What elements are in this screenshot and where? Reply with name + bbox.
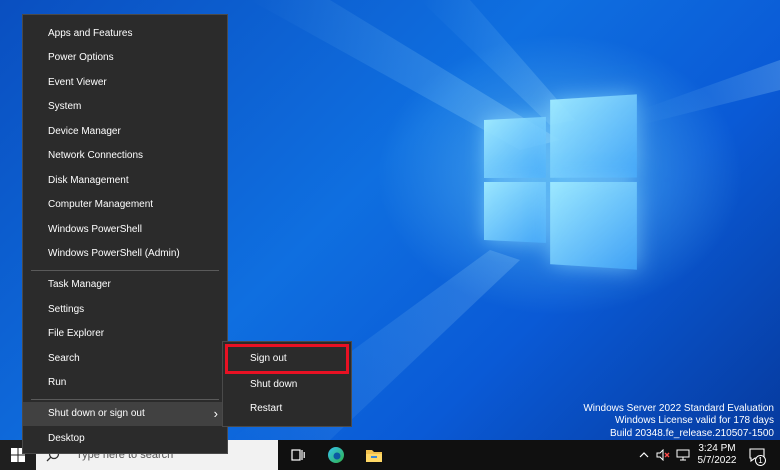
menu-item-label: Task Manager — [48, 279, 111, 290]
menu-item-run[interactable]: Run — [23, 371, 227, 395]
menu-item-settings[interactable]: Settings — [23, 298, 227, 322]
clock-date: 5/7/2022 — [697, 455, 737, 466]
menu-item-label: Event Viewer — [48, 77, 107, 88]
menu-item-label: Power Options — [48, 52, 114, 63]
menu-item-search[interactable]: Search — [23, 347, 227, 371]
menu-item-label: Desktop — [48, 433, 85, 444]
speaker-muted-icon — [656, 449, 670, 461]
menu-item-desktop[interactable]: Desktop — [23, 427, 227, 451]
submenu-item-label: Restart — [250, 403, 283, 414]
edge-button[interactable] — [322, 440, 350, 470]
menu-item-task-manager[interactable]: Task Manager — [23, 273, 227, 297]
menu-item-device-manager[interactable]: Device Manager — [23, 120, 227, 144]
menu-item-label: System — [48, 101, 82, 112]
menu-item-label: Disk Management — [48, 175, 129, 186]
menu-item-label: File Explorer — [48, 328, 105, 339]
shutdown-submenu: Sign out Shut down Restart — [222, 341, 352, 427]
task-view-button[interactable] — [284, 440, 312, 470]
chevron-up-icon — [639, 452, 649, 458]
windows-logo — [484, 94, 637, 270]
watermark-license: Windows License valid for 178 days — [615, 415, 774, 426]
task-view-icon — [291, 449, 305, 461]
chevron-right-icon: › — [213, 406, 218, 421]
menu-item-power-options[interactable]: Power Options — [23, 46, 227, 70]
menu-item-windows-powershell[interactable]: Windows PowerShell — [23, 218, 227, 242]
menu-item-label: Apps and Features — [48, 28, 133, 39]
license-watermark: Windows Server 2022 Standard Evaluation … — [583, 403, 774, 441]
menu-item-computer-management[interactable]: Computer Management — [23, 193, 227, 217]
winx-context-menu: Apps and Features Power Options Event Vi… — [22, 14, 228, 454]
menu-item-label: Device Manager — [48, 126, 121, 137]
menu-item-label: Windows PowerShell — [48, 224, 142, 235]
sign-out-highlight-box — [225, 344, 349, 374]
submenu-item-restart[interactable]: Restart — [223, 397, 351, 421]
network-icon — [676, 449, 690, 461]
menu-separator — [31, 270, 219, 271]
menu-separator — [31, 399, 219, 400]
menu-item-label: Computer Management — [48, 199, 154, 210]
menu-item-event-viewer[interactable]: Event Viewer — [23, 71, 227, 95]
submenu-item-label: Shut down — [250, 379, 298, 390]
watermark-edition: Windows Server 2022 Standard Evaluation — [583, 402, 774, 414]
menu-item-label: Search — [48, 353, 80, 364]
menu-item-shut-down-or-sign-out[interactable]: Shut down or sign out › — [23, 402, 227, 426]
clock[interactable]: 3:24 PM 5/7/2022 — [694, 440, 740, 470]
menu-item-system[interactable]: System — [23, 95, 227, 119]
file-explorer-icon — [366, 449, 382, 462]
menu-item-label: Settings — [48, 304, 85, 315]
menu-item-apps-and-features[interactable]: Apps and Features — [23, 22, 227, 46]
submenu-item-shut-down[interactable]: Shut down — [223, 373, 351, 397]
watermark-build: Build 20348.fe_release.210507-1500 — [609, 427, 774, 439]
menu-item-label: Windows PowerShell (Admin) — [48, 248, 180, 259]
network-button[interactable] — [674, 440, 692, 470]
menu-item-disk-management[interactable]: Disk Management — [23, 169, 227, 193]
menu-item-label: Shut down or sign out — [48, 408, 145, 419]
menu-item-network-connections[interactable]: Network Connections — [23, 144, 227, 168]
show-hidden-icons[interactable] — [636, 440, 652, 470]
file-explorer-button[interactable] — [360, 440, 388, 470]
volume-button[interactable] — [654, 440, 672, 470]
menu-item-label: Run — [48, 377, 67, 388]
clock-time: 3:24 PM — [698, 443, 736, 454]
notification-count: 1 — [755, 455, 766, 466]
edge-icon — [328, 447, 344, 463]
menu-item-label: Network Connections — [48, 150, 144, 161]
menu-item-file-explorer[interactable]: File Explorer — [23, 322, 227, 346]
action-center-button[interactable]: 1 — [746, 440, 768, 470]
menu-item-windows-powershell-admin[interactable]: Windows PowerShell (Admin) — [23, 242, 227, 266]
